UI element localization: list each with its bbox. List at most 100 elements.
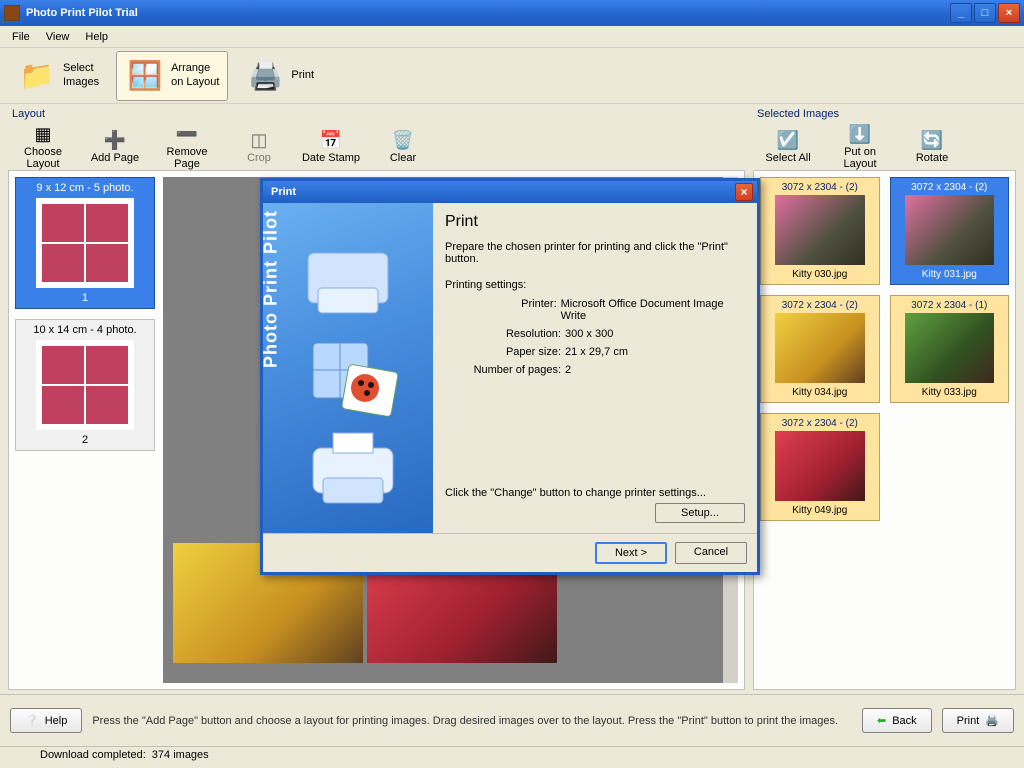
footer: ❔Help Press the "Add Page" button and ch… xyxy=(0,694,1024,746)
rotate-button[interactable]: 🔄Rotate xyxy=(901,128,963,164)
thumb-filename: Kitty 030.jpg xyxy=(765,269,874,280)
thumb-preview xyxy=(775,195,864,265)
selected-toolbar: ☑️Select All ⬇️Put on Layout 🔄Rotate xyxy=(753,122,1016,170)
resolution-value: 300 x 300 xyxy=(565,328,613,340)
main-toolbar: 📁 SelectImages 🪟 Arrangeon Layout 🖨️ Pri… xyxy=(0,48,1024,104)
settings-label: Printing settings: xyxy=(445,279,745,291)
thumb-filename: Kitty 034.jpg xyxy=(765,387,874,398)
selected-thumb[interactable]: 3072 x 2304 - (2) Kitty 030.jpg xyxy=(760,177,879,285)
back-button[interactable]: ⬅Back xyxy=(862,708,932,733)
statusbar: Download completed: 374 images xyxy=(0,746,1024,766)
thumb-dimensions: 3072 x 2304 - (2) xyxy=(765,182,874,193)
crop-button[interactable]: ◫Crop xyxy=(228,128,290,164)
put-icon: ⬇️ xyxy=(846,122,874,146)
thumb-dimensions: 3072 x 2304 - (2) xyxy=(765,300,874,311)
layout-thumb-index: 2 xyxy=(20,434,150,446)
put-on-layout-button[interactable]: ⬇️Put on Layout xyxy=(829,122,891,170)
layout-panel-title: Layout xyxy=(8,108,745,120)
status-value: 374 images xyxy=(152,749,209,764)
print-label: Print xyxy=(291,69,314,82)
paper-size-value: 21 x 29,7 cm xyxy=(565,346,628,358)
thumb-filename: Kitty 049.jpg xyxy=(765,505,874,516)
help-button[interactable]: ❔Help xyxy=(10,708,82,733)
wizard-illustration-icon xyxy=(283,233,413,533)
layout-thumb-caption: 10 x 14 cm - 4 photo. xyxy=(20,324,150,336)
select-all-icon: ☑️ xyxy=(774,128,802,152)
select-images-button[interactable]: 📁 SelectImages xyxy=(8,51,108,101)
thumb-preview xyxy=(905,313,994,383)
footer-print-button[interactable]: Print🖨️ xyxy=(942,708,1014,733)
select-all-button[interactable]: ☑️Select All xyxy=(757,128,819,164)
add-page-button[interactable]: ➕Add Page xyxy=(84,128,146,164)
selected-panel-title: Selected Images xyxy=(753,108,1016,120)
dialog-content: Print Prepare the chosen printer for pri… xyxy=(433,203,757,533)
print-dialog: Print × Photo Print Pilot Print Prepare … xyxy=(260,178,760,575)
menu-file[interactable]: File xyxy=(4,29,38,45)
dialog-sidebar: Photo Print Pilot xyxy=(263,203,433,533)
back-icon: ⬅ xyxy=(877,714,886,727)
printer-icon: 🖨️ xyxy=(985,714,999,727)
footer-hint: Press the "Add Page" button and choose a… xyxy=(92,715,852,727)
layout-thumb-1[interactable]: 9 x 12 cm - 5 photo. 1 xyxy=(15,177,155,309)
layout-icon: 🪟 xyxy=(125,56,165,96)
cancel-button[interactable]: Cancel xyxy=(675,542,747,564)
dialog-intro: Prepare the chosen printer for printing … xyxy=(445,241,745,265)
layout-thumb-caption: 9 x 12 cm - 5 photo. xyxy=(20,182,150,194)
dialog-title: Print xyxy=(267,186,735,198)
selected-thumb[interactable]: 3072 x 2304 - (2) Kitty 034.jpg xyxy=(760,295,879,403)
arrange-layout-button[interactable]: 🪟 Arrangeon Layout xyxy=(116,51,228,101)
clear-button[interactable]: 🗑️Clear xyxy=(372,128,434,164)
printer-value: Microsoft Office Document Image Write xyxy=(561,298,745,322)
thumb-preview xyxy=(775,313,864,383)
thumb-filename: Kitty 031.jpg xyxy=(895,269,1004,280)
resolution-label: Resolution: xyxy=(445,328,565,340)
layout-thumb-2[interactable]: 10 x 14 cm - 4 photo. 2 xyxy=(15,319,155,451)
layout-thumbnails: 9 x 12 cm - 5 photo. 1 10 x 14 cm - 4 ph… xyxy=(15,177,155,683)
clear-icon: 🗑️ xyxy=(389,128,417,152)
thumb-dimensions: 3072 x 2304 - (2) xyxy=(895,182,1004,193)
thumb-dimensions: 3072 x 2304 - (2) xyxy=(765,418,874,429)
menu-view[interactable]: View xyxy=(38,29,78,45)
status-label: Download completed: xyxy=(40,749,146,764)
thumb-preview xyxy=(775,431,864,501)
change-hint: Click the "Change" button to change prin… xyxy=(445,487,745,499)
grid-icon: ▦ xyxy=(29,122,57,146)
select-images-label: SelectImages xyxy=(63,62,99,88)
crop-icon: ◫ xyxy=(245,128,273,152)
paper-size-label: Paper size: xyxy=(445,346,565,358)
remove-page-icon: ➖ xyxy=(173,122,201,146)
print-button[interactable]: 🖨️ Print xyxy=(236,51,323,101)
titlebar: Photo Print Pilot Trial _ □ × xyxy=(0,0,1024,26)
selected-thumb[interactable]: 3072 x 2304 - (2) Kitty 049.jpg xyxy=(760,413,879,521)
setup-button[interactable]: Setup... xyxy=(655,503,745,523)
app-icon xyxy=(4,5,20,21)
date-stamp-button[interactable]: 📅Date Stamp xyxy=(300,128,362,164)
pages-value: 2 xyxy=(565,364,571,376)
selected-thumb[interactable]: 3072 x 2304 - (2) Kitty 031.jpg xyxy=(890,177,1009,285)
thumb-preview xyxy=(905,195,994,265)
maximize-button[interactable]: □ xyxy=(974,3,996,23)
remove-page-button[interactable]: ➖Remove Page xyxy=(156,122,218,170)
choose-layout-button[interactable]: ▦Choose Layout xyxy=(12,122,74,170)
date-stamp-icon: 📅 xyxy=(317,128,345,152)
dialog-heading: Print xyxy=(445,213,745,231)
dialog-buttons: Next > Cancel xyxy=(263,533,757,572)
dialog-side-label: Photo Print Pilot xyxy=(261,210,282,368)
dialog-titlebar: Print × xyxy=(263,181,757,203)
next-button[interactable]: Next > xyxy=(595,542,667,564)
menu-help[interactable]: Help xyxy=(77,29,116,45)
thumb-dimensions: 3072 x 2304 - (1) xyxy=(895,300,1004,311)
pages-label: Number of pages: xyxy=(445,364,565,376)
printer-label: Printer: xyxy=(445,298,561,322)
printer-icon: 🖨️ xyxy=(245,56,285,96)
minimize-button[interactable]: _ xyxy=(950,3,972,23)
arrange-layout-label: Arrangeon Layout xyxy=(171,62,219,88)
selected-images-grid: 3072 x 2304 - (2) Kitty 030.jpg3072 x 23… xyxy=(760,177,1009,521)
close-button[interactable]: × xyxy=(998,3,1020,23)
add-page-icon: ➕ xyxy=(101,128,129,152)
layout-thumb-index: 1 xyxy=(20,292,150,304)
selected-thumb[interactable]: 3072 x 2304 - (1) Kitty 033.jpg xyxy=(890,295,1009,403)
layout-toolbar: ▦Choose Layout ➕Add Page ➖Remove Page ◫C… xyxy=(8,122,745,170)
help-icon: ❔ xyxy=(25,714,39,727)
dialog-close-button[interactable]: × xyxy=(735,183,753,201)
